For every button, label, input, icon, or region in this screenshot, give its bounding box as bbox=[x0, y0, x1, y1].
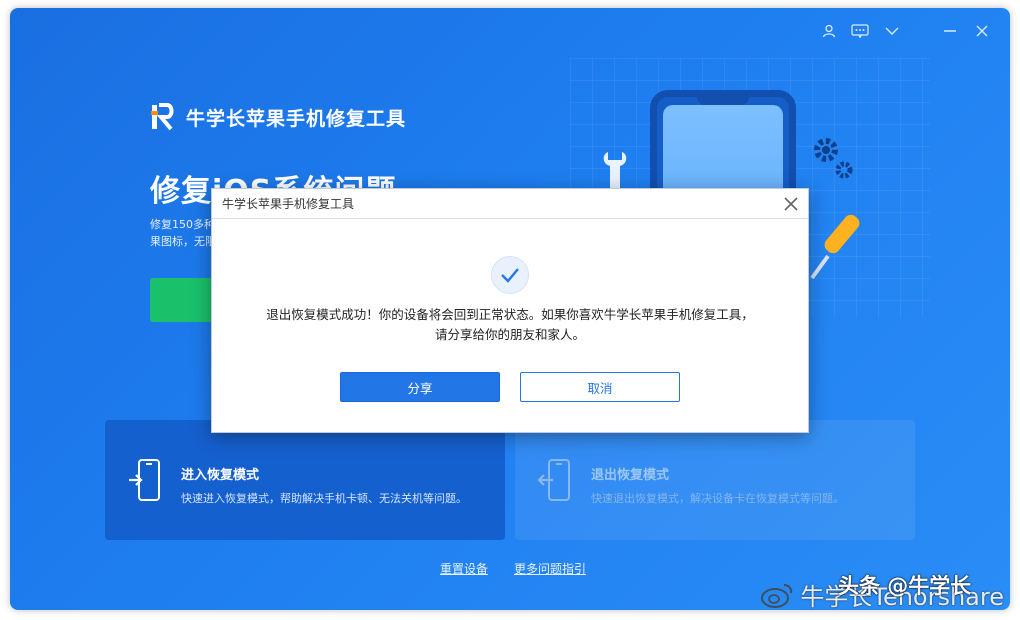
user-icon[interactable] bbox=[817, 20, 841, 42]
weibo-icon bbox=[761, 583, 793, 608]
dialog-title: 牛学长苹果手机修复工具 bbox=[222, 197, 355, 211]
dialog-header: 牛学长苹果手机修复工具 bbox=[212, 189, 808, 219]
screwdriver-icon bbox=[810, 214, 860, 280]
card-description: 快速退出恢复模式，解决设备卡在恢复模式等问题。 bbox=[591, 492, 844, 505]
minimize-icon[interactable] bbox=[938, 20, 962, 42]
app-title: 牛学长苹果手机修复工具 bbox=[186, 107, 407, 130]
watermark-overlay: 头条 @牛学长 bbox=[838, 574, 972, 598]
card-description: 快速进入恢复模式，帮助解决手机卡顿、无法关机等问题。 bbox=[181, 492, 467, 505]
enter-recovery-card[interactable]: 进入恢复模式 快速进入恢复模式，帮助解决手机卡顿、无法关机等问题。 bbox=[105, 420, 505, 540]
feedback-icon[interactable] bbox=[848, 20, 872, 42]
dialog-close-icon[interactable] bbox=[780, 193, 802, 215]
card-title: 退出恢复模式 bbox=[591, 468, 670, 483]
hero-description: 修复150多种 果图标，无限 bbox=[150, 218, 216, 248]
dialog-message-line1: 退出恢复模式成功！你的设备将会回到正常状态。如果你喜欢牛学长苹果手机修复工具， bbox=[266, 307, 754, 322]
share-button[interactable]: 分享 bbox=[340, 372, 500, 402]
cancel-button[interactable]: 取消 bbox=[520, 372, 680, 402]
close-icon[interactable] bbox=[970, 20, 994, 42]
card-title: 进入恢复模式 bbox=[181, 468, 260, 483]
chevron-down-icon[interactable] bbox=[880, 20, 904, 42]
dialog-message-line2: 请分享给你的朋友和家人。 bbox=[434, 327, 585, 342]
reset-device-link[interactable]: 重置设备 bbox=[440, 560, 488, 577]
exit-recovery-card[interactable]: 退出恢复模式 快速退出恢复模式，解决设备卡在恢复模式等问题。 bbox=[515, 420, 915, 540]
check-icon bbox=[491, 256, 529, 294]
enter-recovery-icon bbox=[129, 459, 160, 501]
more-help-link[interactable]: 更多问题指引 bbox=[514, 560, 586, 577]
logo-icon bbox=[151, 103, 174, 131]
exit-recovery-icon bbox=[537, 459, 570, 501]
gear-icon bbox=[814, 138, 853, 179]
brand: 牛学长苹果手机修复工具 bbox=[150, 103, 406, 131]
start-repair-button[interactable] bbox=[150, 278, 220, 322]
success-dialog: 牛学长苹果手机修复工具 退出恢复模式成功！你的设备将会回到正常状态。如果你喜欢牛… bbox=[211, 188, 809, 433]
dialog-message: 退出恢复模式成功！你的设备将会回到正常状态。如果你喜欢牛学长苹果手机修复工具， … bbox=[212, 305, 808, 345]
